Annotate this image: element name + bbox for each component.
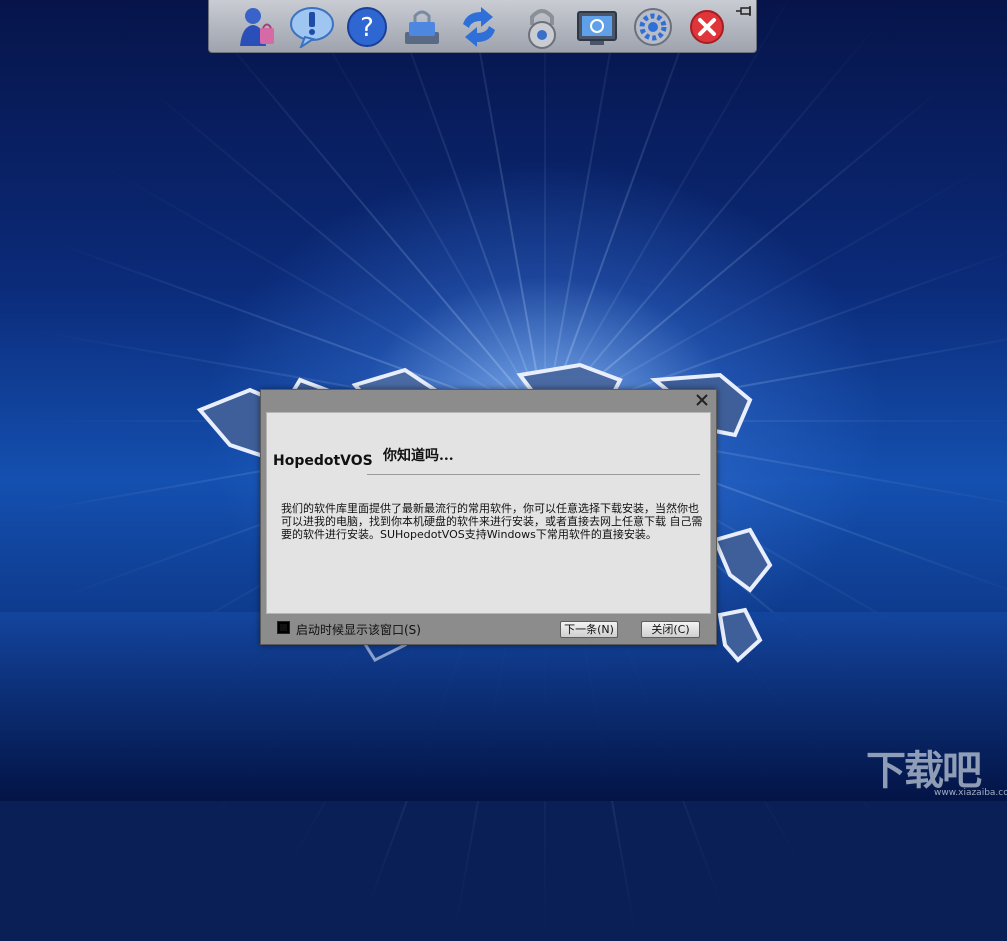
dialog-content-panel: HopedotVOS 你知道吗... 我们的软件库里面提供了最新最流行的常用软件… <box>266 412 711 614</box>
padlock-button[interactable] <box>519 4 565 50</box>
launcher-bar: ? <box>208 0 757 53</box>
info-bubble-icon <box>289 6 335 48</box>
user-shopping-button[interactable] <box>233 4 279 50</box>
close-button[interactable]: 关闭(C) <box>641 621 700 638</box>
monitor-settings-icon <box>576 6 618 48</box>
show-at-startup-label[interactable]: 启动时候显示该窗口(S) <box>296 621 421 638</box>
lock-drive-icon <box>401 6 443 48</box>
help-icon: ? <box>346 6 388 48</box>
lock-drive-button[interactable] <box>399 4 445 50</box>
user-shopping-icon <box>236 6 276 48</box>
watermark-url: www.xiazaiba.com <box>934 788 1007 798</box>
tip-text: 我们的软件库里面提供了最新最流行的常用软件，你可以任意选择下载安装，当然你也可以… <box>281 502 703 541</box>
heading-divider <box>367 474 700 475</box>
show-at-startup-checkbox[interactable] <box>277 621 290 634</box>
padlock-icon <box>522 5 562 49</box>
light-ray <box>366 0 546 421</box>
info-button[interactable] <box>289 4 335 50</box>
refresh-button[interactable] <box>456 4 502 50</box>
svg-text:?: ? <box>360 13 374 43</box>
tip-of-the-day-dialog: HopedotVOS 你知道吗... 我们的软件库里面提供了最新最流行的常用软件… <box>260 389 717 645</box>
product-name: HopedotVOS <box>273 453 373 469</box>
monitor-settings-button[interactable] <box>574 4 620 50</box>
exit-button[interactable] <box>684 4 730 50</box>
light-ray <box>544 0 724 421</box>
refresh-icon <box>457 6 501 48</box>
help-button[interactable]: ? <box>344 4 390 50</box>
light-ray <box>544 0 546 421</box>
dialog-close-icon[interactable] <box>694 392 710 408</box>
close-icon <box>689 9 725 45</box>
gear-icon <box>632 6 674 48</box>
tip-heading: 你知道吗... <box>383 445 454 465</box>
pin-icon[interactable] <box>735 5 753 19</box>
dialog-titlebar[interactable] <box>261 390 716 412</box>
next-tip-button[interactable]: 下一条(N) <box>560 621 618 638</box>
settings-button[interactable] <box>630 4 676 50</box>
